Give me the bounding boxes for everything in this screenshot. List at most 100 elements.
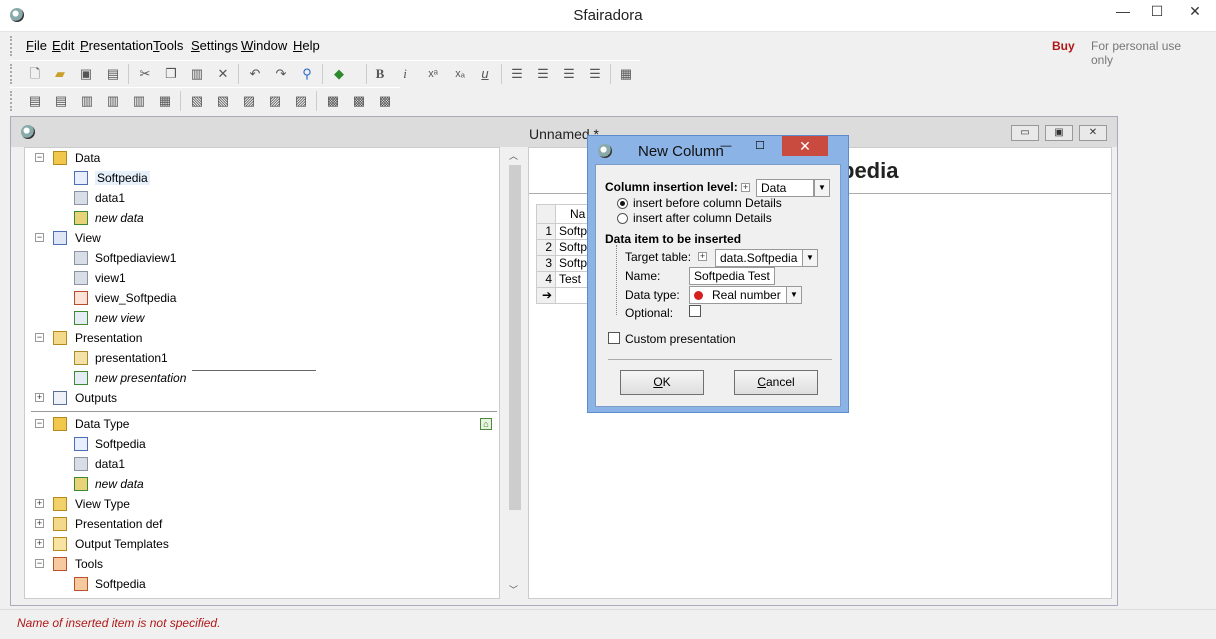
insert-row-after-icon[interactable]: ▤ — [52, 92, 70, 110]
tree-item-label[interactable]: Data Type — [75, 417, 129, 431]
menu-file[interactable]: File — [26, 38, 47, 53]
data-type-select[interactable]: Real number — [689, 286, 787, 304]
expand-icon[interactable]: + — [35, 519, 44, 528]
undo-icon[interactable]: ↶ — [246, 65, 264, 83]
collapse-icon[interactable]: − — [35, 559, 44, 568]
grid-row-number[interactable]: 4 — [536, 272, 556, 288]
tree-item[interactable]: data1 — [25, 188, 495, 208]
tree-item-label[interactable]: new data — [95, 211, 144, 225]
tree-item[interactable]: + Output Templates — [25, 534, 495, 554]
tree-item-label[interactable]: data1 — [95, 457, 125, 471]
menu-help[interactable]: Help — [293, 38, 320, 53]
align-left-icon[interactable]: ☰ — [508, 65, 526, 83]
window-cascade-icon[interactable]: ▩ — [324, 92, 342, 110]
tree-item-label[interactable]: Softpediaview1 — [95, 251, 176, 265]
tree-item[interactable]: Softpedia — [25, 434, 495, 454]
italic-icon[interactable]: i — [396, 65, 414, 83]
align-center-icon[interactable]: ☰ — [534, 65, 552, 83]
tree-item-label[interactable]: data1 — [95, 191, 125, 205]
tree-item-label[interactable]: new presentation — [95, 371, 186, 385]
grid-row-number[interactable]: 3 — [536, 256, 556, 272]
doc-minimize-button[interactable]: ▭ — [1011, 125, 1039, 141]
chevron-down-icon[interactable]: ▼ — [802, 249, 818, 267]
scroll-down-icon[interactable]: ﹀ — [509, 583, 518, 596]
radio-insert-after-label[interactable]: insert after column Details — [633, 211, 772, 225]
dialog-maximize-button[interactable]: ☐ — [748, 138, 772, 154]
merge-icon[interactable]: ▦ — [156, 92, 174, 110]
expand-icon[interactable]: + — [35, 539, 44, 548]
doc-close-button[interactable]: ✕ — [1079, 125, 1107, 141]
delete-icon[interactable]: ✕ — [214, 65, 232, 83]
menu-presentation[interactable]: Presentation — [80, 38, 153, 53]
superscript-icon[interactable]: xᵃ — [424, 65, 442, 83]
item-link-icon[interactable]: ▨ — [292, 92, 310, 110]
unlock-icon[interactable]: ⌂ — [480, 418, 492, 430]
scroll-up-icon[interactable]: ︿ — [509, 149, 518, 162]
tree-item-label[interactable]: Softpedia — [95, 437, 146, 451]
tree-item-label[interactable]: Softpedia — [95, 577, 146, 591]
toolbar-grip[interactable] — [10, 64, 14, 84]
custom-presentation-label[interactable]: Custom presentation — [625, 332, 736, 346]
open-folder-icon[interactable]: ▰ — [51, 65, 69, 83]
tree-item[interactable]: − Data — [25, 148, 495, 168]
tree-item-label[interactable]: View Type — [75, 497, 130, 511]
item-down-icon[interactable]: ▧ — [188, 92, 206, 110]
window-close-icon[interactable]: ▩ — [376, 92, 394, 110]
tree-item-label[interactable]: Softpedia — [95, 171, 150, 185]
tree-item-label[interactable]: Tools — [75, 557, 103, 571]
bold-icon[interactable]: B — [371, 65, 389, 83]
tree-item-label[interactable]: view1 — [95, 271, 126, 285]
tree-item-label[interactable]: Presentation def — [75, 517, 162, 531]
table-icon[interactable]: ▦ — [617, 65, 635, 83]
tree-item[interactable]: − Tools — [25, 554, 495, 574]
tree-item[interactable]: new presentation — [25, 368, 495, 388]
chevron-down-icon[interactable]: ▼ — [814, 179, 830, 197]
tree-item[interactable]: Softpedia — [25, 168, 495, 188]
redo-icon[interactable]: ↷ — [272, 65, 290, 83]
tree-item[interactable]: + Presentation def — [25, 514, 495, 534]
close-button[interactable]: ✕ — [1174, 0, 1216, 24]
grid-row-number[interactable]: 2 — [536, 240, 556, 256]
tree-item[interactable]: − View — [25, 228, 495, 248]
tree-item[interactable]: − Presentation — [25, 328, 495, 348]
maximize-button[interactable]: ☐ — [1140, 0, 1174, 24]
underline-icon[interactable]: u — [476, 65, 494, 83]
grid-row-number[interactable]: ➔ — [536, 288, 556, 304]
tree-item[interactable]: new data — [25, 208, 495, 228]
collapse-icon[interactable]: − — [35, 153, 44, 162]
tree-item-label[interactable]: Data — [75, 151, 100, 165]
target-table-select[interactable]: data.Softpedia — [715, 249, 803, 267]
new-doc-icon[interactable]: 🗋 — [26, 65, 44, 83]
tree-item-label[interactable]: Output Templates — [75, 537, 169, 551]
item-up-icon[interactable]: ▧ — [214, 92, 232, 110]
radio-insert-after[interactable] — [617, 213, 628, 224]
name-input[interactable]: Softpedia Test — [689, 267, 775, 285]
menu-tools[interactable]: Tools — [153, 38, 183, 53]
align-right-icon[interactable]: ☰ — [560, 65, 578, 83]
tree-item[interactable]: presentation1 — [25, 348, 495, 368]
tree-scroll-thumb[interactable] — [509, 165, 521, 510]
doc-maximize-button[interactable]: ▣ — [1045, 125, 1073, 141]
tree-item-label[interactable]: view_Softpedia — [95, 291, 176, 305]
buy-link[interactable]: Buy — [1052, 39, 1075, 53]
radio-insert-before[interactable] — [617, 198, 628, 209]
find-icon[interactable]: ⚲ — [298, 65, 316, 83]
book-icon[interactable]: ◆ — [330, 65, 348, 83]
expand-icon[interactable]: + — [35, 499, 44, 508]
minimize-button[interactable]: — — [1106, 0, 1140, 24]
menu-settings[interactable]: Settings — [191, 38, 238, 53]
item-copy-icon[interactable]: ▨ — [266, 92, 284, 110]
optional-checkbox[interactable] — [689, 305, 701, 317]
tree-item-label[interactable]: new view — [95, 311, 144, 325]
level-expander[interactable]: + — [741, 183, 750, 192]
subscript-icon[interactable]: xₐ — [451, 65, 469, 83]
save-icon[interactable]: ▣ — [77, 65, 95, 83]
paste-icon[interactable]: ▥ — [188, 65, 206, 83]
justify-icon[interactable]: ☰ — [586, 65, 604, 83]
expand-icon[interactable]: + — [35, 393, 44, 402]
tree-item-label[interactable]: Outputs — [75, 391, 117, 405]
tree-item[interactable]: + View Type — [25, 494, 495, 514]
dialog-minimize-button[interactable]: — — [714, 138, 738, 154]
tree-item-label[interactable]: Presentation — [75, 331, 142, 345]
insertion-level-select[interactable]: Data — [756, 179, 814, 197]
